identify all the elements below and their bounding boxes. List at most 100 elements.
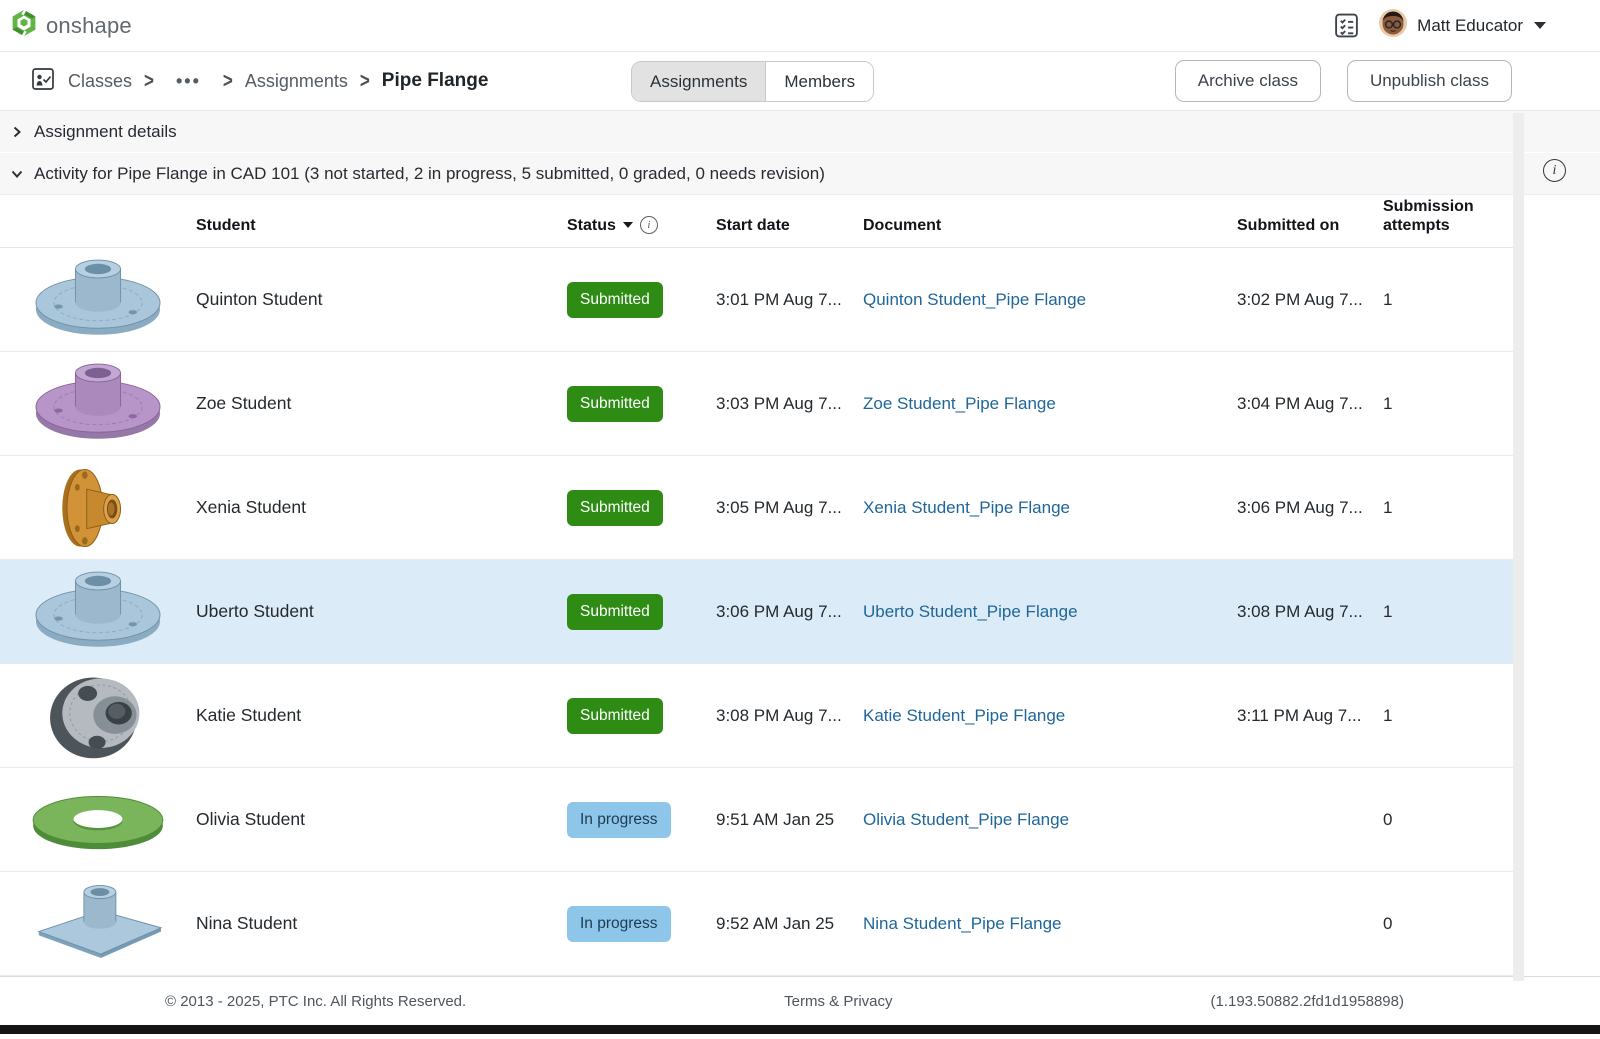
chevron-right-icon: > — [144, 69, 154, 94]
part-thumbnail-blue-plate-flange — [0, 877, 196, 971]
status-cell: Submitted — [567, 594, 716, 630]
onshape-home-link[interactable]: onshape — [10, 9, 132, 42]
submitted-on: 3:11 PM Aug 7... — [1237, 706, 1383, 726]
sort-descending-icon — [623, 222, 633, 228]
classes-icon — [30, 66, 56, 97]
breadcrumb-classes[interactable]: Classes — [68, 71, 132, 92]
breadcrumb-assignments[interactable]: Assignments — [245, 71, 348, 92]
header-submission-attempts[interactable]: Submission attempts — [1383, 197, 1493, 247]
start-date: 3:08 PM Aug 7... — [716, 706, 863, 726]
status-badge: Submitted — [567, 490, 663, 526]
tab-assignments[interactable]: Assignments — [632, 62, 766, 101]
document-link[interactable]: Quinton Student_Pipe Flange — [863, 290, 1086, 309]
part-thumbnail-blue-pipe-flange — [0, 565, 196, 659]
start-date: 9:51 AM Jan 25 — [716, 810, 863, 830]
vertical-scrollbar[interactable] — [1513, 113, 1524, 981]
assignment-details-toggle[interactable]: Assignment details — [0, 111, 1600, 153]
onshape-logo-icon — [10, 9, 38, 42]
copyright-text: © 2013 - 2025, PTC Inc. All Rights Reser… — [165, 993, 466, 1010]
header-thumbnail-spacer — [0, 235, 196, 247]
unpublish-class-button[interactable]: Unpublish class — [1347, 60, 1512, 102]
status-cell: Submitted — [567, 282, 716, 318]
status-badge: Submitted — [567, 386, 663, 422]
header-student[interactable]: Student — [196, 216, 567, 247]
class-toolbar: Classes > ••• > Assignments > Pipe Flang… — [0, 52, 1600, 111]
submitted-on: 3:06 PM Aug 7... — [1237, 498, 1383, 518]
header-start-date[interactable]: Start date — [716, 216, 863, 247]
header-document[interactable]: Document — [863, 216, 1237, 247]
tab-members[interactable]: Members — [766, 62, 873, 101]
view-switcher: Assignments Members — [631, 61, 874, 102]
submitted-on: 3:04 PM Aug 7... — [1237, 394, 1383, 414]
status-cell: Submitted — [567, 386, 716, 422]
status-cell: In progress — [567, 802, 716, 838]
status-badge: In progress — [567, 802, 671, 838]
submission-attempts: 1 — [1383, 602, 1513, 622]
submission-attempts: 1 — [1383, 394, 1513, 414]
avatar — [1378, 8, 1408, 43]
terms-privacy-link[interactable]: Terms & Privacy — [784, 993, 892, 1010]
table-row[interactable]: Quinton Student Submitted 3:01 PM Aug 7.… — [0, 248, 1513, 352]
document-link[interactable]: Katie Student_Pipe Flange — [863, 706, 1065, 725]
table-row[interactable]: Uberto Student Submitted 3:06 PM Aug 7..… — [0, 560, 1513, 664]
document-link[interactable]: Nina Student_Pipe Flange — [863, 914, 1061, 933]
start-date: 3:06 PM Aug 7... — [716, 602, 863, 622]
topbar-right-group: Matt Educator — [1332, 8, 1546, 43]
assignment-details-label: Assignment details — [34, 122, 177, 142]
chevron-down-icon — [10, 167, 24, 181]
build-version: (1.193.50882.2fd1d1958898) — [1210, 993, 1404, 1010]
table-row[interactable]: Zoe Student Submitted 3:03 PM Aug 7... Z… — [0, 352, 1513, 456]
student-name: Quinton Student — [196, 289, 567, 310]
onshape-classes-page: onshape — [0, 0, 1600, 1039]
archive-class-button[interactable]: Archive class — [1175, 60, 1321, 102]
activity-toggle[interactable]: Activity for Pipe Flange in CAD 101 (3 n… — [0, 153, 1600, 195]
breadcrumb: Classes > ••• > Assignments > Pipe Flang… — [30, 66, 488, 97]
chevron-down-icon — [1534, 22, 1546, 29]
user-menu-button[interactable]: Matt Educator — [1378, 8, 1546, 43]
top-bar: onshape — [0, 0, 1600, 52]
submission-attempts: 1 — [1383, 706, 1513, 726]
document-link[interactable]: Zoe Student_Pipe Flange — [863, 394, 1056, 413]
start-date: 3:05 PM Aug 7... — [716, 498, 863, 518]
breadcrumb-current-page: Pipe Flange — [382, 70, 489, 92]
header-submitted-on[interactable]: Submitted on — [1237, 216, 1383, 247]
table-row[interactable]: Katie Student Submitted 3:08 PM Aug 7...… — [0, 664, 1513, 768]
document-link[interactable]: Uberto Student_Pipe Flange — [863, 602, 1078, 621]
info-icon[interactable]: i — [640, 216, 658, 234]
student-name: Zoe Student — [196, 393, 567, 414]
brand-name: onshape — [46, 13, 132, 39]
checklist-icon[interactable] — [1332, 12, 1360, 40]
activity-table: Student Status i Start date Document Sub… — [0, 195, 1513, 976]
part-thumbnail-green-washer — [0, 773, 196, 867]
part-thumbnail-orange-pipe-flange — [0, 461, 196, 555]
class-action-buttons: Archive class Unpublish class — [1175, 60, 1512, 102]
status-cell: Submitted — [567, 698, 716, 734]
user-name: Matt Educator — [1417, 16, 1523, 36]
footer: © 2013 - 2025, PTC Inc. All Rights Reser… — [0, 976, 1600, 1025]
chevron-right-icon: > — [360, 69, 370, 94]
submission-attempts: 1 — [1383, 498, 1513, 518]
chevron-right-icon — [10, 125, 24, 139]
header-status[interactable]: Status i — [567, 216, 716, 247]
activity-summary-label: Activity for Pipe Flange in CAD 101 (3 n… — [34, 164, 825, 184]
submission-attempts: 0 — [1383, 810, 1513, 830]
submission-attempts: 1 — [1383, 290, 1513, 310]
breadcrumb-overflow-button[interactable]: ••• — [176, 71, 201, 92]
start-date: 3:01 PM Aug 7... — [716, 290, 863, 310]
document-link[interactable]: Olivia Student_Pipe Flange — [863, 810, 1069, 829]
submission-attempts: 0 — [1383, 914, 1513, 934]
table-row[interactable]: Nina Student In progress 9:52 AM Jan 25 … — [0, 872, 1513, 976]
student-name: Olivia Student — [196, 809, 567, 830]
student-name: Katie Student — [196, 705, 567, 726]
start-date: 9:52 AM Jan 25 — [716, 914, 863, 934]
submitted-on: 3:08 PM Aug 7... — [1237, 602, 1383, 622]
table-header-row: Student Status i Start date Document Sub… — [0, 195, 1513, 248]
table-row[interactable]: Olivia Student In progress 9:51 AM Jan 2… — [0, 768, 1513, 872]
submitted-on: 3:02 PM Aug 7... — [1237, 290, 1383, 310]
table-row[interactable]: Xenia Student Submitted 3:05 PM Aug 7...… — [0, 456, 1513, 560]
window-bottom-edge — [0, 1025, 1600, 1034]
student-name: Xenia Student — [196, 497, 567, 518]
info-icon[interactable]: i — [1543, 159, 1566, 182]
document-link[interactable]: Xenia Student_Pipe Flange — [863, 498, 1070, 517]
status-badge: Submitted — [567, 594, 663, 630]
